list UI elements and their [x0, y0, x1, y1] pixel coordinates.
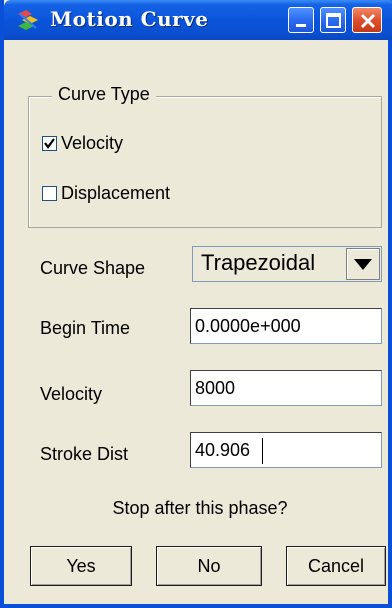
- text-cursor: [262, 438, 263, 464]
- close-icon: [360, 13, 376, 29]
- checkmark-icon: [44, 137, 55, 149]
- displacement-option[interactable]: Displacement: [42, 182, 170, 204]
- velocity-option-label: Velocity: [61, 132, 124, 153]
- maximize-button[interactable]: [320, 7, 346, 33]
- motion-curve-dialog: Motion Curve Curve Type Velocity Displac…: [0, 0, 392, 608]
- curve-type-group: [28, 96, 382, 228]
- displacement-checkbox[interactable]: [42, 185, 57, 201]
- stroke-dist-label: Stroke Dist: [40, 444, 129, 464]
- displacement-option-label: Displacement: [61, 182, 171, 203]
- velocity-field[interactable]: [190, 370, 382, 406]
- begin-time-label: Begin Time: [40, 318, 131, 338]
- yes-button[interactable]: Yes: [30, 546, 132, 586]
- curve-type-legend: Curve Type: [52, 84, 156, 105]
- minimize-button[interactable]: [288, 7, 314, 33]
- chevron-down-icon: [354, 259, 372, 270]
- curve-shape-value: Trapezoidal: [201, 250, 316, 275]
- velocity-input[interactable]: [195, 375, 375, 401]
- app-icon: [18, 10, 38, 30]
- velocity-option[interactable]: Velocity: [42, 132, 123, 154]
- velocity-checkbox[interactable]: [42, 135, 57, 151]
- minimize-icon: [296, 24, 306, 27]
- stroke-dist-field[interactable]: [190, 432, 382, 468]
- window-title: Motion Curve: [50, 7, 209, 31]
- no-button[interactable]: No: [156, 546, 262, 586]
- close-button[interactable]: [352, 7, 382, 33]
- stop-prompt: Stop after this phase?: [112, 498, 288, 518]
- dropdown-button[interactable]: [346, 248, 380, 280]
- curve-shape-label: Curve Shape: [40, 258, 146, 278]
- begin-time-field[interactable]: [190, 308, 382, 344]
- velocity-label: Velocity: [40, 384, 103, 404]
- begin-time-input[interactable]: [195, 313, 375, 339]
- curve-shape-select[interactable]: Trapezoidal: [192, 246, 382, 282]
- cancel-button[interactable]: Cancel: [286, 546, 386, 586]
- maximize-icon: [326, 13, 341, 28]
- title-bar[interactable]: Motion Curve: [4, 0, 392, 40]
- stroke-dist-input[interactable]: [195, 437, 375, 463]
